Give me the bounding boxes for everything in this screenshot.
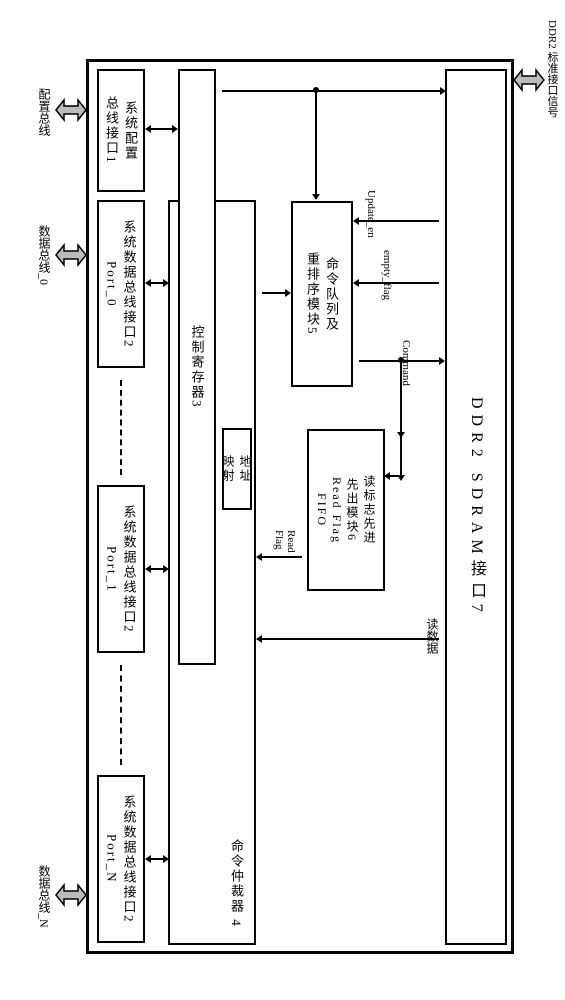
t2: 系统数据总线接口2 Port_0 — [104, 220, 139, 349]
arrow-p0-arb — [151, 282, 163, 284]
arrow-readdata — [262, 638, 439, 640]
l-ddr2: DDR2 标准接口信号 — [544, 20, 560, 117]
l-readdata: 读数据 — [424, 618, 441, 654]
t1: 系统配置 总线接口1 — [102, 96, 140, 165]
arrow-readflag — [262, 556, 302, 558]
t9: 读标志先进 先出模块6 Read Flag FIFO — [314, 475, 378, 545]
block-config-if: 系统配置 总线接口1 — [97, 69, 145, 192]
block-ctrl-reg: 控制寄存器3 — [178, 69, 216, 665]
t5: 控制寄存器3 — [188, 325, 207, 409]
block-addr-map: 地址 映射 — [222, 428, 252, 510]
arrow-empty-flag — [359, 282, 439, 284]
dash-ports-01 — [120, 380, 122, 475]
l-config: 配置总线 — [36, 88, 53, 136]
l-dbn: 数据总线_N — [36, 865, 53, 928]
l-db0: 数据总线_0 — [36, 225, 53, 285]
t6: 命令仲裁器 4 — [227, 839, 246, 928]
l-readflag: Read Flag — [273, 530, 297, 553]
t3: 系统数据总线接口2 Port_1 — [104, 505, 139, 634]
block-cmd-queue: 命令队列及 重排序模块5 — [291, 201, 353, 387]
block-portN: 系统数据总线接口2 Port_N — [97, 775, 145, 943]
block-port1: 系统数据总线接口2 Port_1 — [97, 485, 145, 653]
l-empty: empty_flag — [381, 250, 393, 300]
arrow-arb-queue — [262, 292, 285, 294]
t10: DDR2 SDRAM接口7 — [464, 397, 488, 618]
block-port0: 系统数据总线接口2 Port_0 — [97, 200, 145, 368]
dash-ports-1N — [120, 665, 122, 765]
arrow-config-ctrl — [151, 128, 172, 130]
block-ddr-if: DDR2 SDRAM接口7 — [445, 69, 507, 945]
arrow-ctrl-queue — [315, 90, 317, 194]
t4: 系统数据总线接口2 Port_N — [104, 795, 139, 924]
t8: 命令队列及 重排序模块5 — [303, 252, 341, 336]
block-read-fifo: 读标志先进 先出模块6 Read Flag FIFO — [307, 429, 385, 591]
l-update: Update_en — [365, 190, 377, 238]
arrow-ctrl-ddr — [222, 90, 440, 92]
arrow-p1-arb — [151, 568, 163, 570]
t7: 地址 映射 — [220, 455, 254, 483]
arrow-pN-arb — [151, 858, 163, 860]
